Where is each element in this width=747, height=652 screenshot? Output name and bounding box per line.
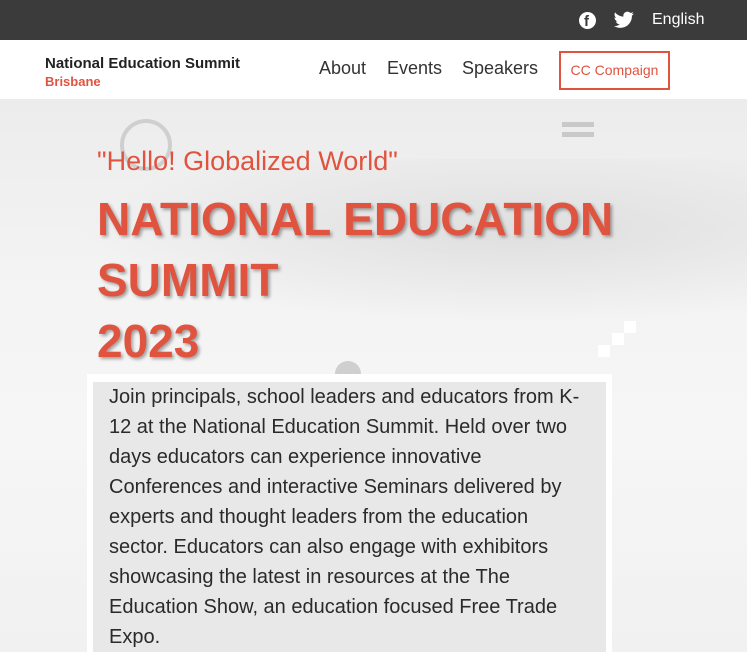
nav-link-events[interactable]: Events <box>387 58 442 79</box>
headline-line-1: NATIONAL EDUCATION <box>97 193 614 245</box>
brand-title[interactable]: National Education Summit <box>45 55 240 72</box>
hero-headline: NATIONAL EDUCATION SUMMIT 2023 <box>97 189 697 372</box>
hero-tagline: "Hello! Globalized World" <box>97 146 398 176</box>
hero-description: Join principals, school leaders and educ… <box>109 386 580 648</box>
twitter-icon[interactable] <box>614 11 634 29</box>
description-panel: Join principals, school leaders and educ… <box>93 382 606 652</box>
bars-icon <box>562 122 594 127</box>
cc-compaign-button[interactable]: CC Compaign <box>559 51 670 90</box>
facebook-icon[interactable]: f <box>579 12 596 30</box>
headline-line-2: SUMMIT <box>97 254 279 306</box>
top-utility-bar: f English <box>0 0 747 40</box>
hero-section: "Hello! Globalized World" NATIONAL EDUCA… <box>0 99 747 652</box>
description-card: Join principals, school leaders and educ… <box>87 374 612 652</box>
language-selector[interactable]: English <box>652 11 704 29</box>
nav-link-about[interactable]: About <box>319 58 366 79</box>
nav-link-speakers[interactable]: Speakers <box>462 58 538 79</box>
brand-subtitle: Brisbane <box>45 74 101 89</box>
headline-line-3: 2023 <box>97 315 200 367</box>
main-navbar: National Education Summit Brisbane About… <box>0 40 747 99</box>
